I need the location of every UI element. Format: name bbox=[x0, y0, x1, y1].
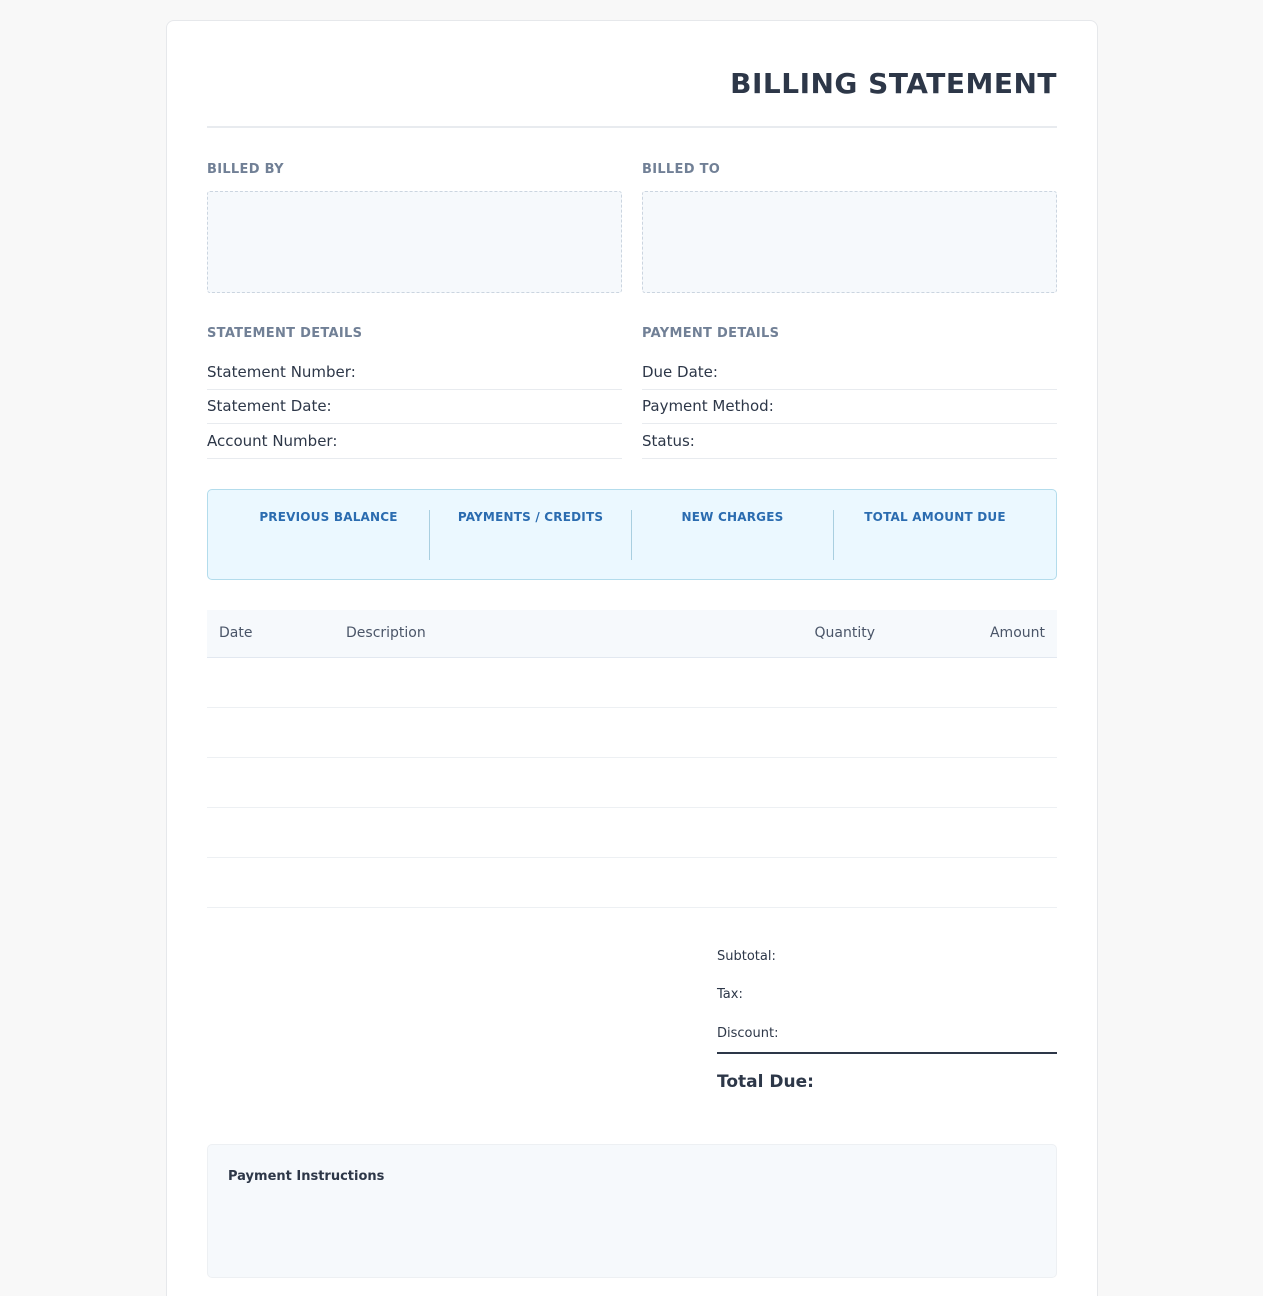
billed-by-box[interactable] bbox=[207, 191, 622, 293]
billed-to-label: BILLED TO bbox=[642, 162, 721, 177]
status-row: Status: bbox=[642, 424, 1057, 459]
table-row bbox=[207, 758, 1057, 808]
total-due-label: Total Due: bbox=[717, 1072, 814, 1092]
balance-summary: PREVIOUS BALANCE PAYMENTS / CREDITS NEW … bbox=[207, 489, 1057, 580]
status-label: Status: bbox=[642, 432, 695, 450]
column-quantity: Quantity bbox=[814, 625, 876, 641]
column-description: Description bbox=[346, 625, 426, 641]
statement-date-label: Statement Date: bbox=[207, 397, 332, 415]
payment-instructions-box: Payment Instructions bbox=[207, 1144, 1057, 1278]
statement-details-heading: STATEMENT DETAILS bbox=[207, 326, 363, 341]
total-amount-due-cell: TOTAL AMOUNT DUE bbox=[864, 510, 1006, 524]
billing-statement-page: BILLING STATEMENT BILLED BY BILLED TO ST… bbox=[166, 20, 1098, 1296]
account-number-label: Account Number: bbox=[207, 432, 338, 450]
table-row bbox=[207, 658, 1057, 708]
table-row bbox=[207, 808, 1057, 858]
table-row bbox=[207, 858, 1057, 908]
payments-credits-cell: PAYMENTS / CREDITS bbox=[430, 510, 632, 560]
due-date-row: Due Date: bbox=[642, 355, 1057, 390]
statement-number-label: Statement Number: bbox=[207, 363, 356, 381]
new-charges-cell: NEW CHARGES bbox=[632, 510, 834, 560]
previous-balance-cell: PREVIOUS BALANCE bbox=[228, 510, 430, 560]
table-row bbox=[207, 708, 1057, 758]
statement-date-row: Statement Date: bbox=[207, 389, 622, 424]
subtotal-label: Subtotal: bbox=[717, 949, 776, 964]
document-title: BILLING STATEMENT bbox=[730, 67, 1057, 100]
column-date: Date bbox=[219, 625, 253, 641]
billed-to-box[interactable] bbox=[642, 191, 1057, 293]
account-number-row: Account Number: bbox=[207, 424, 622, 459]
statement-number-row: Statement Number: bbox=[207, 355, 622, 390]
document-header: BILLING STATEMENT bbox=[207, 65, 1057, 128]
table-header: Date Description Quantity Amount bbox=[207, 610, 1057, 658]
column-amount: Amount bbox=[989, 625, 1045, 641]
payment-instructions-title: Payment Instructions bbox=[228, 1169, 385, 1184]
due-date-label: Due Date: bbox=[642, 363, 718, 381]
tax-label: Tax: bbox=[717, 987, 743, 1002]
payment-details-heading: PAYMENT DETAILS bbox=[642, 326, 780, 341]
discount-label: Discount: bbox=[717, 1026, 779, 1041]
payment-method-label: Payment Method: bbox=[642, 397, 774, 415]
totals-divider bbox=[717, 1052, 1057, 1054]
billed-by-label: BILLED BY bbox=[207, 162, 284, 177]
payment-method-row: Payment Method: bbox=[642, 389, 1057, 424]
